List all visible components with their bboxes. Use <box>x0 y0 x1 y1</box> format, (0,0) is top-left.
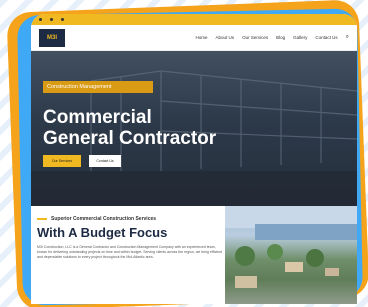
nav-item-home[interactable]: Home <box>196 35 208 40</box>
hero-buttons: Our Services Contact Us <box>43 155 121 167</box>
site-logo[interactable]: M3I <box>39 28 65 47</box>
hero-banner: Construction Management Commercial Gener… <box>31 51 357 206</box>
nav-item-services[interactable]: Our Services <box>242 35 268 40</box>
logo-text: M3I <box>46 34 57 41</box>
nav-item-contact[interactable]: Contact Us <box>315 35 337 40</box>
our-services-button[interactable]: Our Services <box>43 155 81 167</box>
section-subtitle: Superior Commercial Construction Service… <box>37 216 223 222</box>
intro-text-block: Superior Commercial Construction Service… <box>37 216 223 260</box>
nav-item-gallery[interactable]: Gallery <box>293 35 307 40</box>
search-icon[interactable]: ⌕ <box>346 34 349 41</box>
hero-title: Commercial General Contractor <box>43 107 216 149</box>
nav-item-about[interactable]: About Us <box>216 35 235 40</box>
nav-item-blog[interactable]: Blog <box>276 35 285 40</box>
top-info-bar <box>31 14 357 25</box>
social-icon[interactable] <box>61 18 64 21</box>
main-navigation: M3I Home About Us Our Services Blog Gall… <box>31 25 357 51</box>
hero-title-line1: Commercial <box>43 107 152 128</box>
social-icon[interactable] <box>39 18 42 21</box>
nav-menu: Home About Us Our Services Blog Gallery … <box>196 34 349 41</box>
hero-tagline: Construction Management <box>43 81 153 93</box>
section-body: M3I Construction, LLC is a General Contr… <box>37 245 222 259</box>
section-heading: With A Budget Focus <box>37 225 168 240</box>
accent-bar <box>37 218 47 220</box>
section-subtitle-text: Superior Commercial Construction Service… <box>51 216 157 222</box>
website-screenshot: M3I Home About Us Our Services Blog Gall… <box>31 14 357 304</box>
hero-title-line2: General Contractor <box>43 128 217 149</box>
contact-us-button[interactable]: Contact Us <box>89 155 121 167</box>
aerial-photo <box>225 206 357 304</box>
intro-section: Superior Commercial Construction Service… <box>31 206 357 304</box>
social-icon[interactable] <box>50 18 53 21</box>
aerial-photo-illustration <box>225 206 357 288</box>
